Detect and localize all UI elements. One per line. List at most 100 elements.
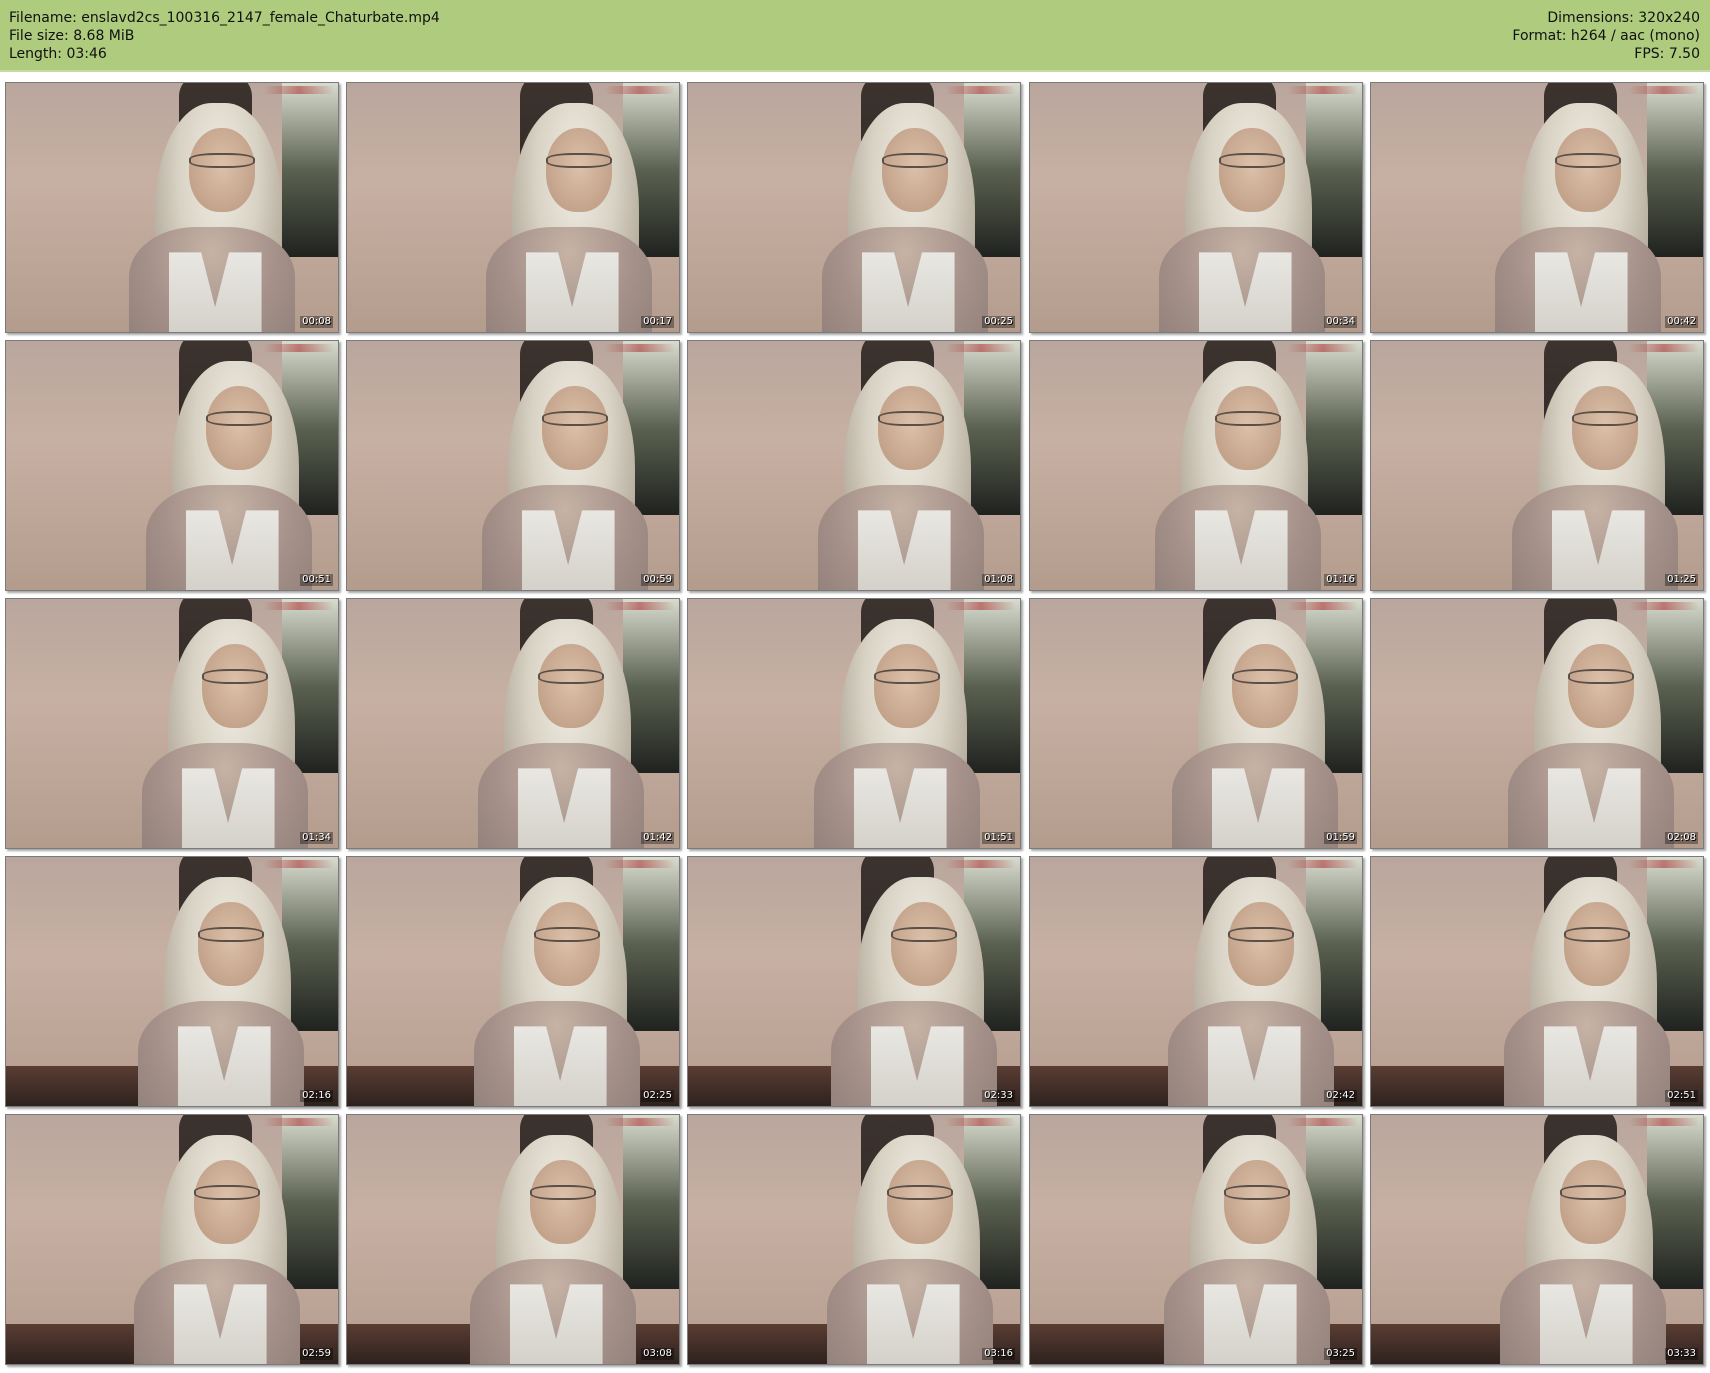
video-thumbnail[interactable]: 02:25 (346, 856, 680, 1107)
window (1305, 83, 1362, 258)
person-face (205, 385, 272, 471)
watermark (946, 344, 1016, 352)
glasses-icon (1554, 152, 1621, 168)
watermark (1629, 860, 1699, 868)
watermark (1288, 1118, 1358, 1126)
filesize-text: File size: 8.68 MiB (9, 28, 135, 44)
glasses-icon (873, 668, 940, 684)
video-thumbnail[interactable]: 03:16 (687, 1114, 1021, 1365)
glasses-icon (1571, 410, 1638, 426)
person-face (188, 127, 255, 213)
glasses-icon (1231, 668, 1298, 684)
video-thumbnail[interactable]: 02:42 (1029, 856, 1363, 1107)
timestamp-label: 01:59 (1324, 832, 1357, 844)
glasses-icon (193, 1184, 260, 1200)
thumbnail-grid: 00:08 00:17 00:25 00:34 00:42 00:51 00:59 01:08… (0, 82, 1710, 1372)
watermark (1288, 344, 1358, 352)
person-face (1231, 643, 1298, 729)
person-face (890, 901, 957, 987)
person-face (1554, 127, 1621, 213)
watermark (946, 1118, 1016, 1126)
video-thumbnail[interactable]: 01:42 (346, 598, 680, 849)
window (281, 1115, 338, 1290)
watermark (264, 860, 334, 868)
person-face (193, 1159, 260, 1245)
glasses-icon (545, 152, 612, 168)
video-thumbnail[interactable]: 00:17 (346, 82, 680, 333)
format-text: Format: h264 / aac (mono) (1512, 28, 1700, 44)
timestamp-label: 02:16 (300, 1090, 333, 1102)
glasses-icon (541, 410, 608, 426)
video-thumbnail[interactable]: 03:08 (346, 1114, 680, 1365)
watermark (264, 602, 334, 610)
watermark (1288, 86, 1358, 94)
video-thumbnail[interactable]: 01:34 (5, 598, 339, 849)
window (622, 1115, 679, 1290)
video-thumbnail[interactable]: 00:25 (687, 82, 1021, 333)
person-face (541, 385, 608, 471)
glasses-icon (890, 926, 957, 942)
watermark (264, 86, 334, 94)
timestamp-label: 01:16 (1324, 574, 1357, 586)
watermark (1629, 344, 1699, 352)
watermark (605, 344, 675, 352)
timestamp-label: 02:59 (300, 1348, 333, 1360)
watermark (605, 1118, 675, 1126)
video-thumbnail[interactable]: 01:51 (687, 598, 1021, 849)
person-face (1223, 1159, 1290, 1245)
file-info: Filename: enslavd2cs_100316_2147_female_… (9, 9, 440, 63)
timestamp-label: 03:25 (1324, 1348, 1357, 1360)
person-face (1559, 1159, 1626, 1245)
video-thumbnail[interactable]: 01:59 (1029, 598, 1363, 849)
glasses-icon (1227, 926, 1294, 942)
watermark (1629, 1118, 1699, 1126)
window (1646, 1115, 1703, 1290)
person-face (1218, 127, 1285, 213)
person-face (201, 643, 268, 729)
timestamp-label: 00:08 (300, 316, 333, 328)
glasses-icon (1563, 926, 1630, 942)
timestamp-label: 02:51 (1665, 1090, 1698, 1102)
video-thumbnail[interactable]: 03:33 (1370, 1114, 1704, 1365)
window (1305, 341, 1362, 516)
video-thumbnail[interactable]: 01:08 (687, 340, 1021, 591)
glasses-icon (529, 1184, 596, 1200)
timestamp-label: 02:08 (1665, 832, 1698, 844)
watermark (946, 602, 1016, 610)
timestamp-label: 00:17 (641, 316, 674, 328)
video-thumbnail[interactable]: 02:59 (5, 1114, 339, 1365)
person-face (1227, 901, 1294, 987)
person-face (886, 1159, 953, 1245)
video-thumbnail[interactable]: 02:33 (687, 856, 1021, 1107)
timestamp-label: 00:42 (1665, 316, 1698, 328)
timestamp-label: 01:51 (982, 832, 1015, 844)
video-thumbnail[interactable]: 03:25 (1029, 1114, 1363, 1365)
video-thumbnail[interactable]: 00:51 (5, 340, 339, 591)
watermark (1629, 86, 1699, 94)
video-thumbnail[interactable]: 00:08 (5, 82, 339, 333)
watermark (1288, 602, 1358, 610)
fps-text: FPS: 7.50 (1634, 46, 1700, 62)
video-thumbnail[interactable]: 01:25 (1370, 340, 1704, 591)
glasses-icon (877, 410, 944, 426)
video-thumbnail[interactable]: 00:59 (346, 340, 680, 591)
video-thumbnail[interactable]: 02:16 (5, 856, 339, 1107)
video-thumbnail[interactable]: 02:51 (1370, 856, 1704, 1107)
video-thumbnail[interactable]: 00:34 (1029, 82, 1363, 333)
glasses-icon (188, 152, 255, 168)
video-thumbnail[interactable]: 02:08 (1370, 598, 1704, 849)
timestamp-label: 00:25 (982, 316, 1015, 328)
video-thumbnail[interactable]: 00:42 (1370, 82, 1704, 333)
timestamp-label: 00:34 (1324, 316, 1357, 328)
watermark (1629, 602, 1699, 610)
video-thumbnail[interactable]: 01:16 (1029, 340, 1363, 591)
window (622, 857, 679, 1032)
timestamp-label: 01:25 (1665, 574, 1698, 586)
watermark (264, 1118, 334, 1126)
person-face (197, 901, 264, 987)
glasses-icon (881, 152, 948, 168)
timestamp-label: 00:51 (300, 574, 333, 586)
glasses-icon (1218, 152, 1285, 168)
timestamp-label: 03:33 (1665, 1348, 1698, 1360)
person-face (1214, 385, 1281, 471)
